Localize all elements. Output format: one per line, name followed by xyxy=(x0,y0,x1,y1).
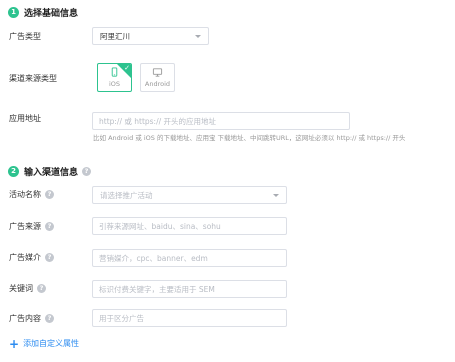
keyword-label: 关键词 ? xyxy=(9,283,46,294)
activity-name-label: 活动名称 ? xyxy=(9,189,54,200)
channel-source-type-label-text: 渠道来源类型 xyxy=(9,74,57,83)
ad-source-placeholder: 引荐来源网址、baidu、sina、sohu xyxy=(99,221,221,231)
ad-medium-input[interactable]: 营销媒介，cpc、banner、edm xyxy=(92,249,287,267)
activity-name-select[interactable]: 请选择推广活动 xyxy=(92,186,287,204)
help-icon[interactable]: ? xyxy=(45,190,54,199)
app-url-label: 应用地址 xyxy=(9,113,41,124)
section-title: 输入渠道信息 xyxy=(24,168,79,178)
ad-medium-label: 广告媒介 ? xyxy=(9,252,54,263)
ad-content-label: 广告内容 ? xyxy=(9,313,54,324)
help-icon[interactable]: ? xyxy=(45,222,54,231)
ad-type-value: 阿里汇川 xyxy=(100,31,130,41)
activity-name-placeholder: 请选择推广活动 xyxy=(100,190,153,200)
step-badge-2: 2 xyxy=(8,166,19,177)
keyword-placeholder: 标识付费关键字，主要适用于 SEM xyxy=(99,284,215,294)
ad-medium-placeholder: 营销媒介，cpc、banner、edm xyxy=(99,253,208,263)
app-url-hint: 比如 Android 或 iOS 的下载地址、应用宝 下载地址、中间跳转URL，… xyxy=(93,134,406,142)
app-url-input[interactable]: http:// 或 https:// 开头的应用地址 xyxy=(92,112,350,130)
channel-option-android[interactable]: Android xyxy=(140,63,175,92)
ad-type-label-text: 广告类型 xyxy=(9,32,41,41)
ad-type-select[interactable]: 阿里汇川 xyxy=(92,27,209,45)
chevron-down-icon xyxy=(195,34,201,38)
help-icon[interactable]: ? xyxy=(82,167,92,176)
ad-content-input[interactable]: 用于区分广告 xyxy=(92,309,287,327)
section-basic-info: 1 选择基础信息 xyxy=(8,6,78,19)
add-custom-attribute-link[interactable]: + 添加自定义属性 xyxy=(9,336,80,351)
section-title: 选择基础信息 xyxy=(24,9,79,19)
keyword-label-text: 关键词 xyxy=(9,284,33,293)
app-url-label-text: 应用地址 xyxy=(9,114,41,123)
ad-source-input[interactable]: 引荐来源网址、baidu、sina、sohu xyxy=(92,217,287,235)
keyword-input[interactable]: 标识付费关键字，主要适用于 SEM xyxy=(92,280,287,298)
add-custom-attribute-label: 添加自定义属性 xyxy=(23,339,80,348)
step-badge-1: 1 xyxy=(8,7,19,18)
help-icon[interactable]: ? xyxy=(37,284,46,293)
ad-type-label: 广告类型 xyxy=(9,31,41,42)
ad-source-label-text: 广告来源 xyxy=(9,222,41,231)
section-channel-info: 2 输入渠道信息 ? xyxy=(8,165,92,178)
app-url-placeholder: http:// 或 https:// 开头的应用地址 xyxy=(99,116,217,126)
monitor-icon xyxy=(152,68,163,77)
channel-source-type-label: 渠道来源类型 xyxy=(9,73,57,84)
ad-content-label-text: 广告内容 xyxy=(9,314,41,323)
ad-content-placeholder: 用于区分广告 xyxy=(99,313,144,323)
help-icon[interactable]: ? xyxy=(45,314,54,323)
plus-icon: + xyxy=(9,336,20,351)
ad-source-label: 广告来源 ? xyxy=(9,221,54,232)
ad-medium-label-text: 广告媒介 xyxy=(9,253,41,262)
activity-name-label-text: 活动名称 xyxy=(9,190,41,199)
channel-option-ios[interactable]: ✓ iOS xyxy=(97,63,132,92)
check-icon: ✓ xyxy=(124,64,130,72)
chevron-down-icon xyxy=(273,193,279,197)
help-icon[interactable]: ? xyxy=(45,253,54,262)
channel-option-label: iOS xyxy=(108,80,121,88)
channel-option-label: Android xyxy=(144,80,171,88)
